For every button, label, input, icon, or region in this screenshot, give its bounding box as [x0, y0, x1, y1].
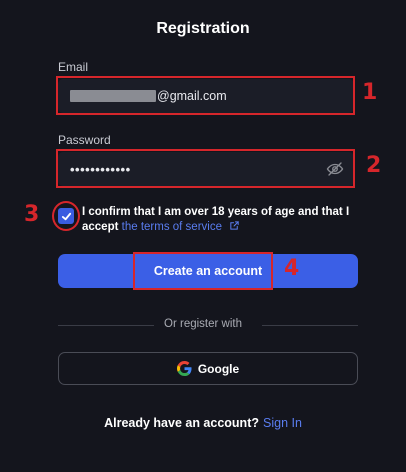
email-label: Email: [58, 60, 89, 74]
google-logo-icon: [176, 361, 192, 376]
email-value: @gmail.com: [157, 89, 227, 103]
password-value: ••••••••••••: [70, 161, 131, 177]
or-register-text: Or register with: [164, 318, 242, 330]
eye-off-icon[interactable]: [326, 160, 344, 181]
create-account-label: Create an account: [153, 264, 263, 278]
annotation-number-2: 2: [366, 153, 382, 178]
age-confirmation-text: I confirm that I am over 18 years of age…: [82, 205, 364, 235]
google-register-button[interactable]: Google: [58, 352, 358, 385]
page-title: Registration: [156, 20, 250, 37]
masked-email-prefix: [70, 90, 156, 102]
email-field[interactable]: @gmail.com: [58, 79, 354, 113]
divider-right: [262, 325, 358, 326]
sign-in-row: Already have an account? Sign In: [0, 416, 406, 430]
external-link-icon: [230, 221, 239, 230]
password-label: Password: [58, 133, 111, 147]
annotation-number-1: 1: [362, 80, 378, 105]
terms-link[interactable]: the terms of service: [122, 221, 241, 233]
annotation-number-3: 3: [24, 202, 40, 227]
google-button-label: Google: [197, 361, 240, 376]
already-have-account-text: Already have an account?: [104, 416, 259, 430]
annotation-number-4: 4: [284, 256, 300, 281]
highlight-circle-checkbox: [52, 201, 80, 231]
sign-in-link[interactable]: Sign In: [263, 416, 302, 430]
create-account-button[interactable]: Create an account: [58, 254, 358, 288]
password-field[interactable]: ••••••••••••: [58, 152, 354, 186]
terms-link-label: the terms of service: [121, 221, 222, 233]
